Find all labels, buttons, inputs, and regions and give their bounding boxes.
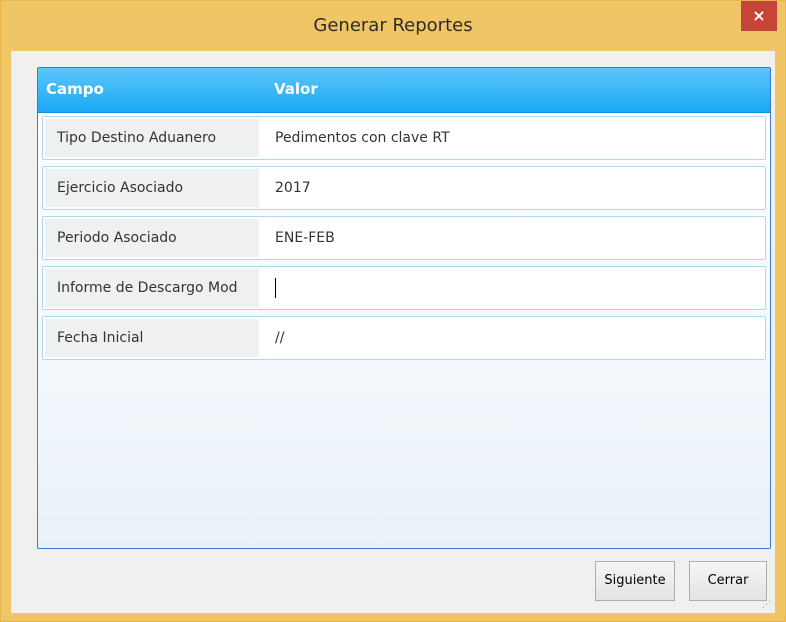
grid-row[interactable]: Tipo Destino Aduanero Pedimentos con cla… [42,116,766,160]
field-label: Informe de Descargo Mod [57,280,238,296]
value-text[interactable]: // [275,330,284,346]
dialog-body: Campo Valor Tipo Destino Aduanero Pedime… [11,51,775,613]
value-text[interactable]: ENE-FEB [275,230,335,246]
grid-header: Campo Valor [38,68,770,113]
dialog-window: Generar Reportes × Campo Valor Tipo Dest… [0,0,786,622]
grid-row[interactable]: Periodo Asociado ENE-FEB [42,216,766,260]
field-cell: Fecha Inicial [45,319,259,357]
next-button[interactable]: Siguiente [595,561,675,601]
resize-grip-icon[interactable]: ⋰ [762,600,772,610]
text-caret [275,278,276,298]
field-cell: Tipo Destino Aduanero [45,119,259,157]
grid-row[interactable]: Informe de Descargo Mod [42,266,766,310]
grid-row[interactable]: Fecha Inicial // [42,316,766,360]
value-input-cell[interactable] [265,269,763,307]
field-cell: Periodo Asociado [45,219,259,257]
value-cell[interactable]: 2017 [265,169,763,207]
field-label: Ejercicio Asociado [57,180,184,196]
value-text[interactable]: 2017 [275,180,311,196]
column-header-valor[interactable]: Valor [274,80,318,98]
properties-grid: Campo Valor Tipo Destino Aduanero Pedime… [37,67,771,549]
field-label: Tipo Destino Aduanero [57,130,217,146]
value-text[interactable]: Pedimentos con clave RT [275,130,450,146]
value-cell[interactable]: Pedimentos con clave RT [265,119,763,157]
value-cell[interactable]: // [265,319,763,357]
field-label: Fecha Inicial [57,330,144,346]
grid-row[interactable]: Ejercicio Asociado 2017 [42,166,766,210]
field-cell: Informe de Descargo Mod [45,269,259,307]
window-title: Generar Reportes [313,15,473,36]
column-header-campo[interactable]: Campo [46,80,104,98]
close-icon: × [752,6,766,25]
value-cell[interactable]: ENE-FEB [265,219,763,257]
close-window-button[interactable]: × [741,1,777,31]
title-bar[interactable]: Generar Reportes × [1,1,785,51]
field-label: Periodo Asociado [57,230,177,246]
field-cell: Ejercicio Asociado [45,169,259,207]
close-button[interactable]: Cerrar [689,561,767,601]
